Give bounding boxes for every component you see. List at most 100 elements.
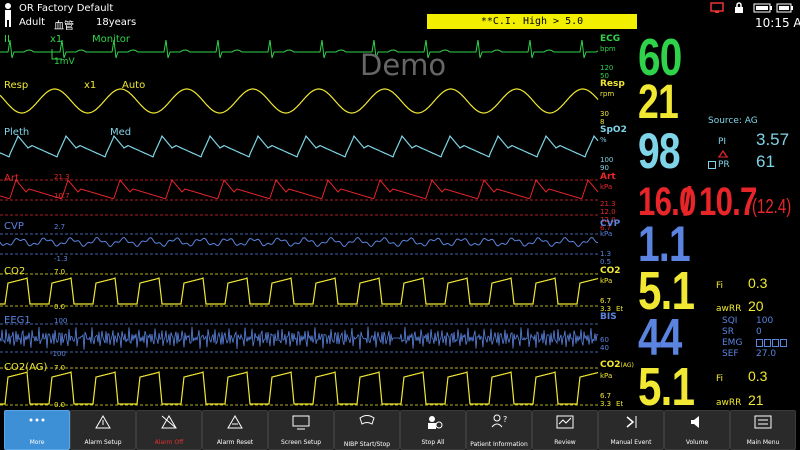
- resp-label[interactable]: Resp: [4, 80, 28, 91]
- eeg-label[interactable]: EEG1: [4, 315, 31, 326]
- eeg-scale-top: 100: [54, 317, 68, 325]
- art-lo1: 12.0: [600, 208, 616, 216]
- spo2-value[interactable]: 98: [638, 122, 681, 180]
- sqi-value: 100: [756, 316, 774, 326]
- art-unit: kPa: [600, 183, 613, 191]
- co2ag-awrr-label: awRR: [716, 398, 742, 408]
- main-menu-button[interactable]: Main Menu: [730, 410, 796, 450]
- co2-et: Et: [616, 305, 624, 313]
- ecg-param-label[interactable]: ECG: [600, 34, 620, 44]
- alarm-setup-button[interactable]: Alarm Setup: [70, 410, 136, 450]
- resp-waveform: [0, 88, 599, 114]
- nibp-label: NIBP Start/Stop: [343, 441, 391, 448]
- ecg-lead[interactable]: II: [4, 34, 10, 45]
- alarm-banner[interactable]: **C.I. High > 5.0: [427, 14, 637, 29]
- resp-param-label[interactable]: Resp: [600, 79, 625, 89]
- alarm-off-button[interactable]: Alarm Off: [136, 410, 202, 450]
- spo2-source: Source: AG: [708, 116, 758, 126]
- cvp-scale-top: 2.7: [54, 223, 66, 231]
- co2ag-scale-top: 7.0: [54, 364, 66, 372]
- alarm-off-icon: [161, 415, 177, 429]
- co2ag-param-label-main: CO2: [600, 360, 621, 370]
- svg-text:?: ?: [503, 415, 507, 424]
- art-param-label[interactable]: Art: [600, 172, 616, 182]
- main-menu-label: Main Menu: [746, 439, 780, 446]
- cvp-hi: 1.3: [600, 250, 612, 258]
- resp-gain[interactable]: x1: [84, 80, 96, 91]
- pleth-label[interactable]: Pleth: [4, 127, 29, 138]
- clock[interactable]: 10:15 AM: [755, 16, 800, 30]
- art-scale-top: 21.3: [54, 173, 70, 181]
- battery-icon-2: [776, 3, 793, 13]
- co2-awrr-value[interactable]: 20: [748, 298, 764, 314]
- co2-param-label[interactable]: CO2: [600, 266, 621, 276]
- more-button[interactable]: More: [4, 410, 70, 450]
- co2ag-fi-value[interactable]: 0.3: [748, 368, 767, 384]
- emg-label: EMG: [722, 338, 743, 348]
- ecg-waveform: [0, 39, 599, 59]
- co2-scale-top: 7.0: [54, 268, 66, 276]
- dots-icon: [29, 418, 45, 422]
- patient-type[interactable]: Adult: [19, 17, 45, 28]
- co2-label[interactable]: CO2: [4, 266, 25, 277]
- art-scale-mid: 10.7: [54, 192, 70, 200]
- stop-all-label: Stop All: [421, 439, 445, 446]
- pi-value[interactable]: 3.57: [756, 130, 789, 150]
- eeg-scale-bot: -100: [50, 350, 66, 358]
- pleth-gain[interactable]: Med: [110, 127, 131, 138]
- patient-icon[interactable]: [3, 2, 13, 28]
- resp-hi: 30: [600, 110, 609, 118]
- manual-event-icon: [626, 416, 637, 428]
- pr-value[interactable]: 61: [756, 152, 775, 172]
- co2ag-param-label-sub: (AG): [620, 362, 634, 369]
- manual-event-button[interactable]: Manual Event: [598, 410, 664, 450]
- bottom-toolbar: More Alarm Setup Alarm Off Alarm Reset S…: [0, 410, 800, 450]
- cvp-unit: kPa: [600, 230, 613, 238]
- co2-fi-value[interactable]: 0.3: [748, 275, 767, 291]
- review-button[interactable]: Review: [532, 410, 598, 450]
- resp-unit: rpm: [600, 90, 615, 98]
- patient-info-label: Patient Information: [470, 441, 528, 448]
- bis-lo: 40: [600, 344, 609, 352]
- sr-label: SR: [722, 327, 734, 337]
- screen-setup-label: Screen Setup: [281, 439, 321, 446]
- patient-type-cjk: 血管: [54, 21, 74, 32]
- etco2ag-value[interactable]: 5.1: [638, 356, 695, 418]
- main-menu-icon: [754, 415, 772, 429]
- ecg-gain[interactable]: x1: [50, 34, 62, 45]
- alarm-reset-button[interactable]: Alarm Reset: [202, 410, 268, 450]
- art-mean: (12.4): [752, 196, 792, 218]
- volume-button[interactable]: Volume: [664, 410, 730, 450]
- network-monitor-icon[interactable]: [710, 2, 726, 14]
- co2ag-lo: 3.3: [600, 400, 612, 408]
- screen-setup-button[interactable]: Screen Setup: [268, 410, 334, 450]
- resp-mode[interactable]: Auto: [122, 80, 145, 91]
- ecg-filter[interactable]: Monitor: [92, 34, 130, 45]
- manual-event-label: Manual Event: [610, 439, 652, 446]
- co2ag-label[interactable]: CO2(AG): [4, 362, 47, 373]
- spo2-hi: 100: [600, 156, 614, 164]
- nibp-button[interactable]: NIBP Start/Stop: [334, 410, 400, 450]
- ecg-cal: 1mV: [54, 57, 75, 67]
- bis-param-label[interactable]: BIS: [600, 312, 617, 322]
- pr-label: PR: [718, 160, 730, 170]
- alarm-setup-label: Alarm Setup: [84, 439, 122, 446]
- eeg-waveform: [0, 326, 599, 350]
- co2ag-param-label[interactable]: CO2(AG): [600, 360, 634, 370]
- spo2-param-label[interactable]: SpO2: [600, 125, 627, 135]
- stop-all-button[interactable]: Stop All: [400, 410, 466, 450]
- lock-icon[interactable]: [733, 2, 745, 14]
- patient-info-button[interactable]: ? Patient Information: [466, 410, 532, 450]
- profile-name[interactable]: OR Factory Default: [19, 3, 113, 14]
- cvp-param-label[interactable]: CVP: [600, 219, 620, 229]
- cvp-waveform: [0, 236, 599, 248]
- alarm-setup-icon: [95, 415, 111, 429]
- waveform-area: II x1 Monitor 1mV Demo Resp x1 Auto Plet…: [0, 32, 600, 410]
- cvp-label[interactable]: CVP: [4, 221, 24, 232]
- demo-watermark: Demo: [360, 48, 447, 82]
- nibp-icon: [359, 415, 375, 425]
- art-label[interactable]: Art: [4, 173, 19, 184]
- review-label: Review: [554, 439, 576, 446]
- co2ag-awrr-value[interactable]: 21: [748, 392, 764, 408]
- art-dia: 10.7: [699, 180, 757, 224]
